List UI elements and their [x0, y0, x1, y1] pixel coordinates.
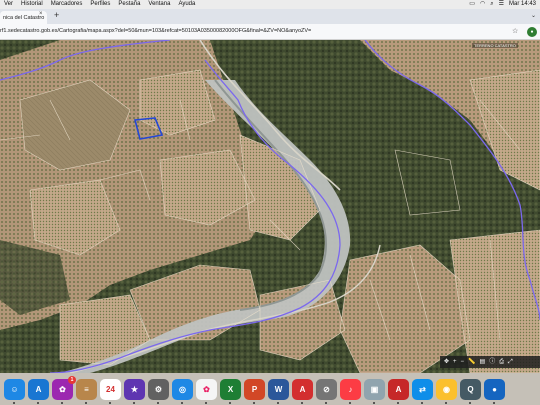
quicktime-glyph: Q [467, 384, 474, 394]
photos-glyph: ✿ [59, 384, 66, 394]
running-indicator [397, 401, 399, 404]
app-store-glyph: A [35, 384, 42, 394]
acrobat-reader-glyph: A [395, 384, 402, 394]
imovie-star-icon[interactable]: ★ [124, 378, 145, 404]
acrobat-glyph: A [299, 384, 306, 394]
powerpoint-icon[interactable]: P [244, 378, 265, 404]
photos-icon[interactable]: ✿ 1 [52, 375, 76, 404]
dock: ☺ A ✿ 1 ≡ 24 ★ ⚙ ◎ ✿ X P W A ⊘ ♪ ▣ A ⇄ ◉ Q ● [0, 373, 540, 405]
running-indicator [181, 401, 183, 404]
music-icon[interactable]: ♪ [340, 378, 361, 404]
bookmark-star-icon[interactable]: ☆ [512, 27, 518, 36]
tab-close-icon[interactable]: × [39, 11, 43, 17]
menu-marcadores[interactable]: Marcadores [47, 0, 87, 9]
running-indicator [373, 401, 375, 404]
new-tab-icon[interactable]: + [54, 11, 59, 20]
map-pan-icon[interactable]: ✥ [444, 356, 449, 368]
map-measure-icon[interactable]: 📏 [468, 356, 475, 368]
app-store-icon[interactable]: A [28, 378, 49, 404]
running-indicator [133, 401, 135, 404]
tab-strip: nica del Catastro [0, 9, 540, 24]
running-indicator [85, 401, 87, 404]
running-indicator [421, 401, 423, 404]
preview-glyph: ▣ [370, 384, 379, 394]
menu-ventana[interactable]: Ventana [144, 0, 174, 9]
screen-app-glyph: ● [492, 384, 497, 394]
running-indicator [301, 401, 303, 404]
chrome-icon[interactable]: ◉ [436, 378, 457, 404]
music-glyph: ♪ [348, 384, 353, 394]
menu-bar: Ver Historial Marcadores Perfiles Pestañ… [0, 0, 540, 9]
no-entry-icon[interactable]: ⊘ [316, 378, 337, 404]
menu-ver[interactable]: Ver [0, 0, 17, 9]
running-indicator [157, 401, 159, 404]
running-indicator [37, 401, 39, 404]
profile-avatar[interactable]: ● [527, 27, 537, 37]
safari-icon[interactable]: ◎ [172, 378, 193, 404]
search-icon[interactable]: ⌕ [490, 0, 493, 9]
menu-historial[interactable]: Historial [17, 0, 47, 9]
safari-glyph: ◎ [179, 384, 186, 394]
system-preferences-icon[interactable]: ⚙ [148, 378, 169, 404]
excel-icon[interactable]: X [220, 378, 241, 404]
control-center-icon[interactable]: ☰ [499, 0, 504, 9]
imovie-star-glyph: ★ [130, 384, 139, 394]
running-indicator [469, 401, 471, 404]
url-field[interactable]: rf1.sedecatastro.gob.es/Cartografia/mapa… [0, 27, 311, 36]
menu-pestana[interactable]: Pestaña [114, 0, 144, 9]
map-corner-label: TERRENO CATASTRO [472, 43, 518, 48]
screen-app-icon[interactable]: ● [484, 378, 505, 404]
running-indicator [445, 401, 447, 404]
running-indicator [325, 401, 327, 404]
status-area: ▭ ◠ ⌕ ☰ Mar 14:43 [469, 0, 540, 9]
menu-perfiles[interactable]: Perfiles [86, 0, 114, 9]
wifi-icon[interactable]: ◠ [480, 0, 485, 9]
system-preferences-glyph: ⚙ [154, 384, 163, 394]
photos-app-glyph: ✿ [203, 384, 210, 394]
acrobat-reader-icon[interactable]: A [388, 378, 409, 404]
finder-icon[interactable]: ☺ [4, 378, 25, 404]
quicktime-icon[interactable]: Q [460, 378, 481, 404]
word-icon[interactable]: W [268, 378, 289, 404]
running-indicator [349, 401, 351, 404]
running-indicator [109, 401, 111, 404]
preview-icon[interactable]: ▣ [364, 378, 385, 404]
chrome-glyph: ◉ [443, 384, 450, 394]
photos-app-icon[interactable]: ✿ [196, 378, 217, 404]
running-indicator [13, 401, 15, 404]
map-zoom-out-icon[interactable]: − [461, 356, 465, 368]
menu-ayuda[interactable]: Ayuda [174, 0, 199, 9]
acrobat-icon[interactable]: A [292, 378, 313, 404]
running-indicator [253, 401, 255, 404]
word-glyph: W [274, 384, 283, 394]
map-print-icon[interactable]: ⎙ [499, 356, 504, 368]
calendar-icon[interactable]: 24 [100, 378, 121, 404]
running-indicator [277, 401, 279, 404]
photos-badge: 1 [68, 375, 76, 384]
notes-glyph: ≡ [84, 384, 89, 394]
calendar-glyph: 24 [106, 384, 115, 394]
clock[interactable]: Mar 14:43 [509, 0, 536, 9]
map-toolbar: ✥ + − 📏 ▤ ⓘ ⎙ ⤢ [440, 356, 540, 368]
finder-glyph: ☺ [10, 384, 19, 394]
running-indicator [205, 401, 207, 404]
map-zoom-in-icon[interactable]: + [453, 356, 457, 368]
battery-icon[interactable]: ▭ [469, 0, 475, 9]
teamviewer-icon[interactable]: ⇄ [412, 378, 433, 404]
excel-glyph: X [227, 384, 234, 394]
powerpoint-glyph: P [251, 384, 258, 394]
map-info-icon[interactable]: ⓘ [489, 356, 495, 368]
running-indicator [229, 401, 231, 404]
running-indicator [61, 401, 63, 404]
teamviewer-glyph: ⇄ [419, 384, 426, 394]
map-layers-icon[interactable]: ▤ [480, 356, 486, 368]
tab-list-chevron-icon[interactable]: ⌄ [531, 12, 536, 19]
notes-icon[interactable]: ≡ [76, 378, 97, 404]
running-indicator [493, 401, 495, 404]
cadastral-map[interactable]: TERRENO CATASTRO [0, 40, 540, 373]
no-entry-glyph: ⊘ [323, 384, 330, 394]
address-bar: rf1.sedecatastro.gob.es/Cartografia/mapa… [0, 24, 540, 40]
map-fullscreen-icon[interactable]: ⤢ [508, 356, 513, 368]
satellite-map-canvas[interactable] [0, 40, 540, 373]
